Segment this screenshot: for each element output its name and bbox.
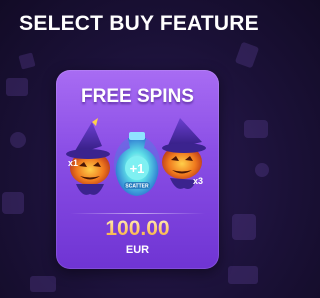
scatter-symbol: +1 SCATTER <box>114 132 160 196</box>
scatter-plus-badge: +1 <box>130 161 145 176</box>
free-spins-feature-card[interactable]: FREE SPINS x1 +1 SCATTER x3 100.00 EUR <box>56 70 219 269</box>
card-divider <box>70 213 205 214</box>
right-badge: x3 <box>193 176 203 186</box>
left-badge: x1 <box>68 158 78 168</box>
feature-artwork: x1 +1 SCATTER x3 <box>66 118 206 196</box>
price-currency: EUR <box>125 244 150 256</box>
right-symbol: x3 <box>162 118 206 189</box>
scatter-label: SCATTER <box>125 184 149 190</box>
feature-title: FREE SPINS <box>81 86 194 107</box>
feature-price: 100.00 <box>56 217 219 241</box>
left-symbol: x1 <box>66 118 110 195</box>
page-title: SELECT BUY FEATURE <box>19 12 259 35</box>
